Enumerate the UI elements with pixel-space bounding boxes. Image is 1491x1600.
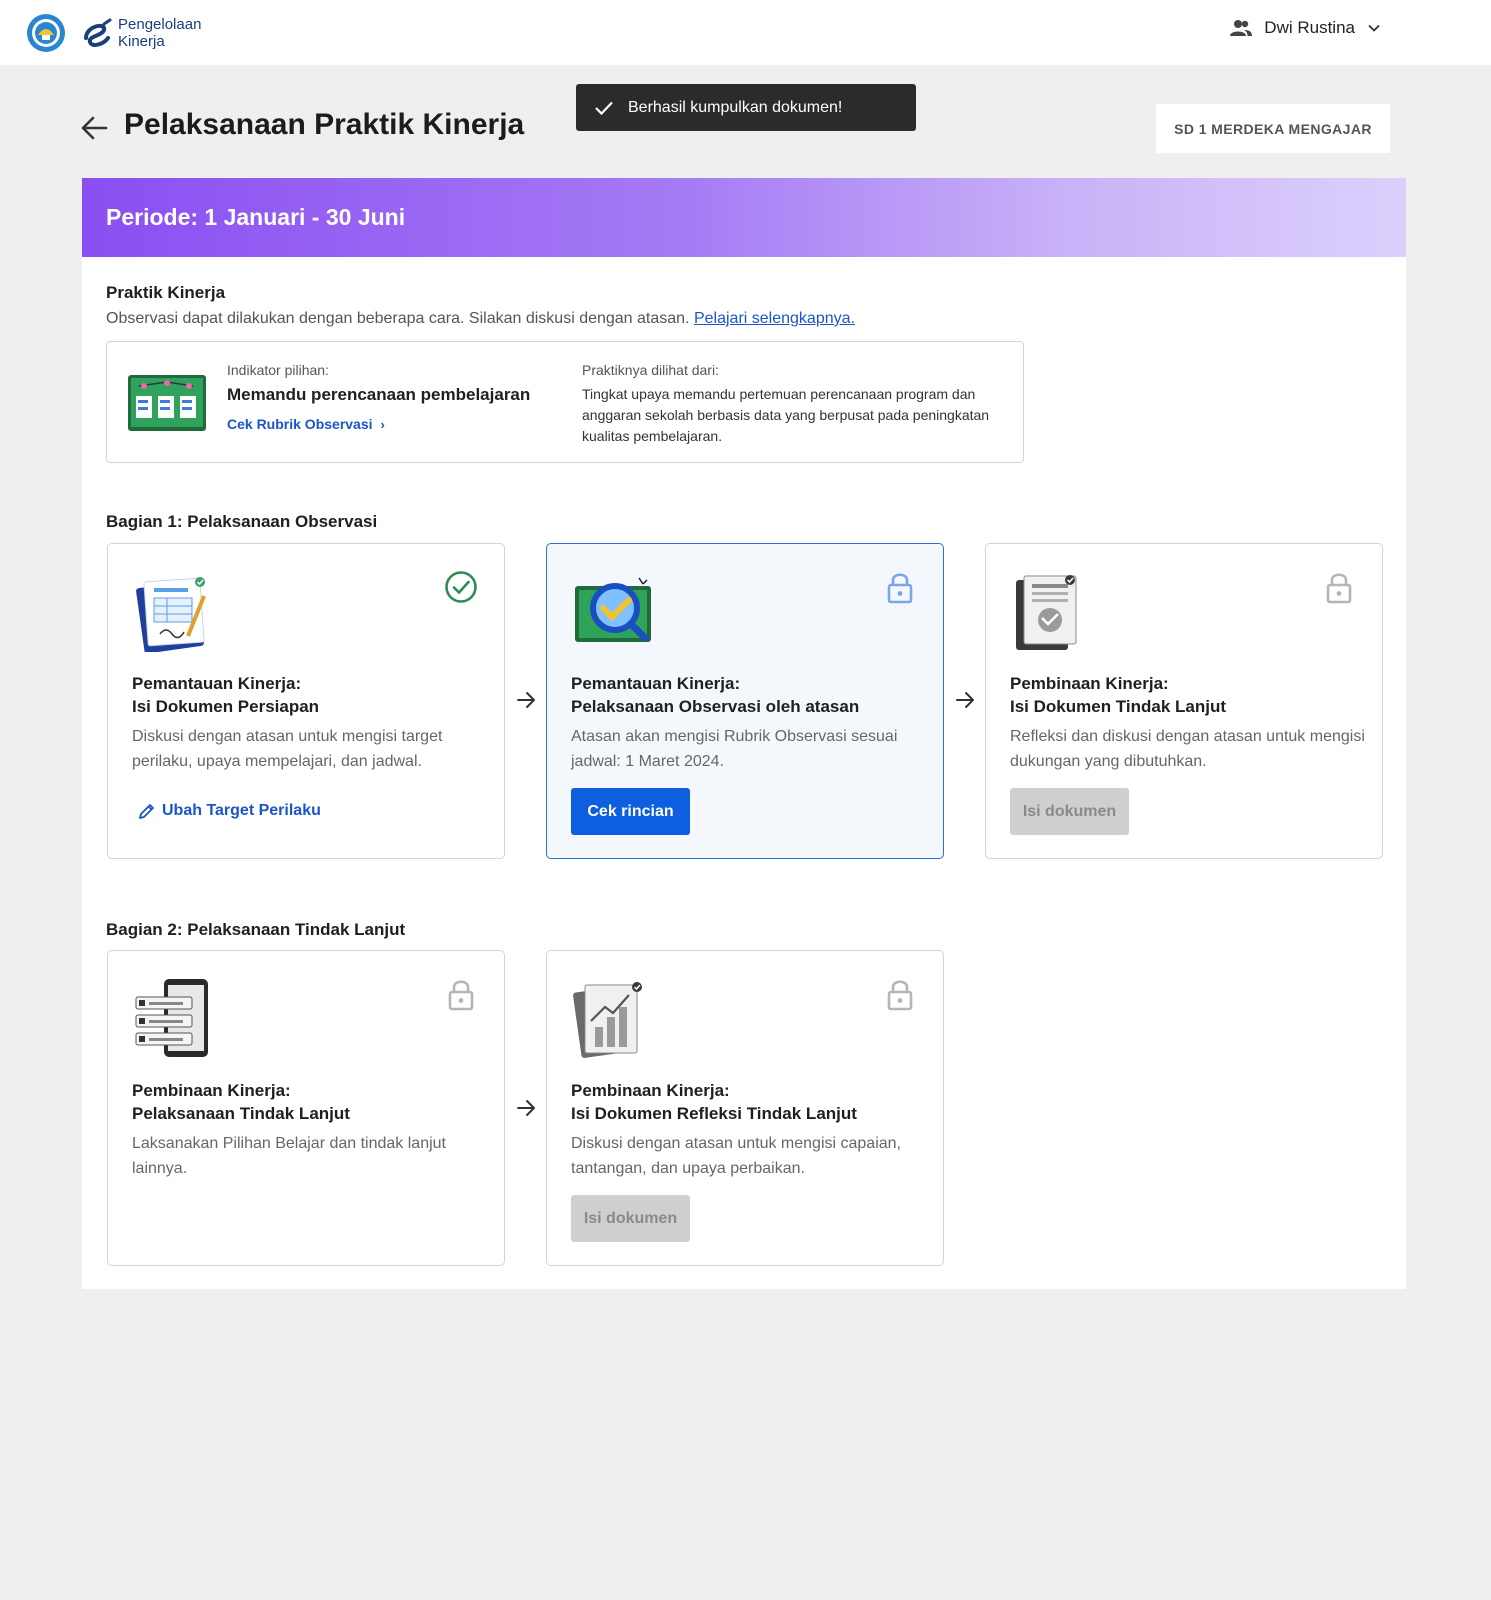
user-menu[interactable]: Dwi Rustina: [1230, 18, 1381, 38]
step-card-observasi-atasan: Pemantauan Kinerja: Pelaksanaan Observas…: [546, 543, 944, 859]
step-title-line-2: Isi Dokumen Persiapan: [132, 697, 320, 716]
indicator-label: Indikator pilihan:: [227, 362, 329, 378]
logo-line-2: Kinerja: [118, 33, 165, 50]
arrow-right-icon: [956, 692, 974, 708]
step-title-line-1: Pembinaan Kinerja:: [1010, 674, 1169, 693]
step-description: Diskusi dengan atasan untuk mengisi targ…: [132, 728, 443, 770]
toast-message: Berhasil kumpulkan dokumen!: [628, 98, 843, 116]
seen-from-label: Praktiknya dilihat dari:: [582, 362, 719, 378]
user-name: Dwi Rustina: [1264, 18, 1355, 37]
part1-title: Bagian 1: Pelaksanaan Observasi: [106, 512, 378, 531]
lock-icon: [887, 573, 913, 604]
page-title: Pelaksanaan Praktik Kinerja: [124, 108, 525, 141]
arrow-right-icon: [517, 692, 535, 708]
main-card: Praktik Kinerja Observasi dapat dilakuka…: [82, 257, 1406, 1289]
document-table-icon: [136, 577, 206, 652]
step-title: Pembinaan Kinerja: Isi Dokumen Tindak La…: [1010, 672, 1226, 718]
magnifier-check-icon: [575, 577, 651, 642]
part2-title: Bagian 2: Pelaksanaan Tindak Lanjut: [106, 920, 406, 939]
indicator-title: Memandu perencanaan pembelajaran: [227, 385, 531, 404]
step-title-line-1: Pembinaan Kinerja:: [571, 1081, 730, 1100]
practice-title: Praktik Kinerja: [106, 283, 226, 302]
users-icon: [1230, 20, 1253, 36]
check-details-button[interactable]: Cek rincian: [571, 788, 690, 835]
step-title-line-1: Pemantauan Kinerja:: [132, 674, 302, 693]
learn-more-link[interactable]: Pelajari selengkapnya.: [694, 310, 855, 327]
lock-icon: [887, 980, 913, 1011]
rubric-link[interactable]: Cek Rubrik Observasi ›: [227, 416, 385, 432]
chevron-down-icon: [1368, 24, 1380, 32]
arrow-right-icon: [517, 1100, 535, 1116]
indicator-box: Indikator pilihan: Memandu perencanaan p…: [106, 341, 1024, 463]
e-logo-icon: [84, 18, 112, 47]
step-title-line-2: Pelaksanaan Tindak Lanjut: [132, 1104, 350, 1123]
period-banner: Periode: 1 Januari - 30 Juni: [82, 178, 1406, 257]
fill-document-button[interactable]: Isi dokumen: [571, 1195, 690, 1242]
app-logo[interactable]: Pengelolaan Kinerja: [26, 13, 201, 53]
lock-icon: [1326, 573, 1352, 604]
chart-document-icon: [573, 982, 642, 1058]
step-card-pelaksanaan-tindak-lanjut: Pembinaan Kinerja: Pelaksanaan Tindak La…: [107, 950, 505, 1266]
lock-icon: [448, 980, 474, 1011]
chevron-right-icon: ›: [380, 416, 385, 432]
seen-from-text: Tingkat upaya memandu pertemuan perencan…: [582, 386, 990, 444]
pencil-icon: [139, 804, 154, 819]
step-card-refleksi-tindak-lanjut: Pembinaan Kinerja: Isi Dokumen Refleksi …: [546, 950, 944, 1266]
fill-document-button[interactable]: Isi dokumen: [1010, 788, 1129, 835]
rubric-link-label: Cek Rubrik Observasi: [227, 416, 373, 432]
step-title: Pembinaan Kinerja: Pelaksanaan Tindak La…: [132, 1079, 350, 1125]
tutwuri-logo-icon: [27, 14, 65, 52]
step-title: Pembinaan Kinerja: Isi Dokumen Refleksi …: [571, 1079, 857, 1125]
success-toast: Berhasil kumpulkan dokumen!: [576, 84, 916, 131]
step-title: Pemantauan Kinerja: Pelaksanaan Observas…: [571, 672, 859, 718]
checklist-phone-icon: [135, 979, 208, 1057]
step-description: Atasan akan mengisi Rubrik Observasi ses…: [571, 728, 898, 770]
edit-target-label: Ubah Target Perilaku: [162, 802, 321, 819]
step-title-line-1: Pembinaan Kinerja:: [132, 1081, 291, 1100]
arrow-left-icon[interactable]: [80, 114, 108, 142]
check-circle-icon: [445, 571, 477, 603]
logo-line-1: Pengelolaan: [118, 16, 202, 33]
step-title-line-2: Isi Dokumen Refleksi Tindak Lanjut: [571, 1104, 857, 1123]
period-label: Periode: 1 Januari - 30 Juni: [106, 204, 406, 230]
report-document-icon: [1016, 575, 1077, 650]
step-title-line-2: Isi Dokumen Tindak Lanjut: [1010, 697, 1226, 716]
indicator-board-icon: [128, 375, 206, 431]
step-title: Pemantauan Kinerja: Isi Dokumen Persiapa…: [132, 672, 319, 718]
edit-target-link[interactable]: Ubah Target Perilaku: [138, 802, 321, 820]
step-card-dokumen-persiapan: Pemantauan Kinerja: Isi Dokumen Persiapa…: [107, 543, 505, 859]
step-description: Refleksi dan diskusi dengan atasan untuk…: [1010, 728, 1365, 770]
step-description: Diskusi dengan atasan untuk mengisi capa…: [571, 1135, 901, 1177]
top-bar: Pengelolaan Kinerja Dwi Rustina: [0, 0, 1491, 65]
school-badge: SD 1 MERDEKA MENGAJAR: [1156, 104, 1390, 153]
check-icon: [595, 101, 613, 115]
step-title-line-1: Pemantauan Kinerja:: [571, 674, 741, 693]
step-card-dokumen-tindak-lanjut: Pembinaan Kinerja: Isi Dokumen Tindak La…: [985, 543, 1383, 859]
practice-description-text: Observasi dapat dilakukan dengan beberap…: [106, 310, 690, 327]
step-description: Laksanakan Pilihan Belajar dan tindak la…: [132, 1135, 446, 1177]
pengelolaan-kinerja-logo: Pengelolaan Kinerja: [80, 16, 201, 50]
step-title-line-2: Pelaksanaan Observasi oleh atasan: [571, 697, 860, 716]
practice-description: Observasi dapat dilakukan dengan beberap…: [106, 310, 855, 328]
